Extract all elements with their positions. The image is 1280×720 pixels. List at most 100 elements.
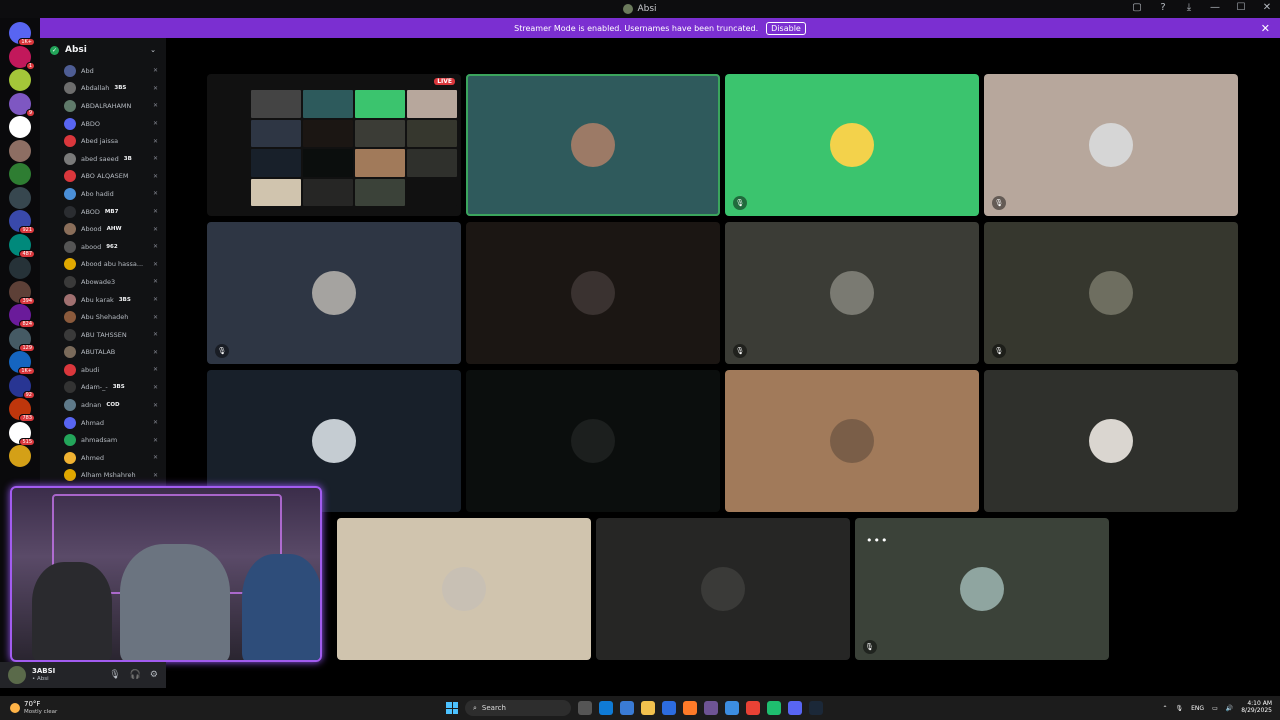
participant-tile[interactable]: 🎙: [984, 74, 1238, 216]
member-item[interactable]: abood 962 ✕: [40, 238, 166, 256]
copilot-icon[interactable]: [620, 701, 634, 715]
member-item[interactable]: Abd ✕: [40, 62, 166, 80]
member-item[interactable]: Abed jaissa ✕: [40, 132, 166, 150]
muted-mic-icon: ✕: [152, 102, 158, 110]
chevron-down-icon[interactable]: ⌄: [150, 46, 156, 54]
server-icon[interactable]: 1K+: [9, 22, 35, 46]
member-item[interactable]: Abowade3 ✕: [40, 273, 166, 291]
member-item[interactable]: ABO ALQASEM ✕: [40, 168, 166, 186]
server-icon[interactable]: [9, 163, 31, 185]
participant-tile[interactable]: [466, 370, 720, 512]
muted-mic-icon: ✕: [152, 383, 158, 391]
member-avatar: [64, 293, 76, 306]
download-icon[interactable]: ⤓: [1182, 2, 1196, 13]
server-icon[interactable]: 824: [9, 304, 35, 328]
member-item[interactable]: Abu Shehadeh ✕: [40, 308, 166, 326]
steam-icon[interactable]: [809, 701, 823, 715]
member-item[interactable]: ahmadsam ✕: [40, 431, 166, 449]
participant-tile[interactable]: 🎙: [984, 222, 1238, 364]
server-icon[interactable]: 921: [9, 210, 35, 234]
app-icon[interactable]: [683, 701, 697, 715]
participant-tile[interactable]: 🎙: [725, 222, 979, 364]
member-item[interactable]: Abood AHW ✕: [40, 220, 166, 238]
maximize-button[interactable]: ☐: [1234, 2, 1248, 13]
member-item[interactable]: Adam-_- 3BS ✕: [40, 379, 166, 397]
participant-tile[interactable]: 🎙: [854, 518, 1109, 660]
preview-tile: [407, 149, 457, 177]
server-icon[interactable]: [9, 116, 31, 138]
headset-icon[interactable]: 🎧: [130, 670, 141, 680]
taskbar-search[interactable]: ⌕ Search: [465, 700, 571, 716]
weather-temp: 70°F: [24, 700, 41, 709]
server-icon[interactable]: 92: [9, 374, 35, 399]
participant-tile[interactable]: [336, 518, 591, 660]
server-header[interactable]: ✓ Absi ⌄: [40, 38, 166, 62]
chevron-up-icon[interactable]: ⌃: [1162, 705, 1167, 712]
app-icon[interactable]: [767, 701, 781, 715]
muted-mic-icon: 🎙: [733, 344, 747, 358]
participant-tile[interactable]: [984, 370, 1238, 512]
settings-gear-icon[interactable]: ⚙: [150, 670, 158, 680]
server-icon[interactable]: [9, 139, 31, 162]
member-item[interactable]: Ahmed ✕: [40, 449, 166, 467]
member-item[interactable]: Abood abu hassa... ✕: [40, 256, 166, 274]
user-avatar[interactable]: [8, 666, 26, 684]
member-item[interactable]: abed saeed 3B ✕: [40, 150, 166, 168]
minimize-button[interactable]: —: [1208, 2, 1222, 13]
inbox-icon[interactable]: ▢: [1130, 2, 1144, 13]
participant-tile[interactable]: [466, 222, 720, 364]
member-item[interactable]: Alham Mshahreh ✕: [40, 467, 166, 485]
notes-icon[interactable]: [725, 701, 739, 715]
server-icon[interactable]: 515: [9, 421, 35, 446]
more-options-icon[interactable]: •••: [866, 534, 888, 547]
server-icon[interactable]: [9, 257, 31, 279]
server-icon[interactable]: 487: [9, 233, 35, 258]
volume-icon[interactable]: 🔊: [1226, 705, 1233, 712]
server-icon[interactable]: 1K+: [9, 351, 35, 375]
server-icon[interactable]: [9, 445, 31, 467]
discord-icon[interactable]: [788, 701, 802, 715]
server-icon[interactable]: 9: [9, 92, 35, 117]
server-icon[interactable]: 783: [9, 398, 35, 422]
member-item[interactable]: Abdallah 3BS ✕: [40, 80, 166, 98]
member-item[interactable]: ABDALRAHAMN ✕: [40, 97, 166, 115]
network-icon[interactable]: ▭: [1212, 705, 1218, 712]
clock[interactable]: 4:10 AM 8/29/2025: [1241, 701, 1272, 714]
disable-streamer-mode-button[interactable]: Disable: [766, 21, 806, 35]
server-icon[interactable]: 394: [9, 280, 35, 305]
chrome-icon[interactable]: [746, 701, 760, 715]
file-explorer-icon[interactable]: [641, 701, 655, 715]
server-icon[interactable]: [9, 186, 31, 209]
edge-icon[interactable]: [599, 701, 613, 715]
language-indicator[interactable]: ENG: [1191, 705, 1204, 712]
user-info[interactable]: 3ABSI • Absi: [32, 667, 55, 681]
server-icon[interactable]: [9, 69, 31, 91]
member-item[interactable]: ABOD MB7 ✕: [40, 203, 166, 221]
tray-mic-icon[interactable]: 🎙: [1176, 705, 1184, 712]
member-item[interactable]: ABUTALAB ✕: [40, 344, 166, 362]
participant-tile[interactable]: [595, 518, 850, 660]
member-item[interactable]: adnan COD ✕: [40, 396, 166, 414]
help-icon[interactable]: ?: [1156, 2, 1170, 13]
participant-tile[interactable]: [725, 370, 979, 512]
close-banner-icon[interactable]: ✕: [1261, 22, 1270, 35]
close-button[interactable]: ✕: [1260, 2, 1274, 13]
start-windows-icon[interactable]: [446, 702, 458, 714]
member-item[interactable]: Ahmad ✕: [40, 414, 166, 432]
participant-tile[interactable]: 🎙: [725, 74, 979, 216]
server-icon[interactable]: 129: [9, 327, 35, 352]
task-view-icon[interactable]: [578, 701, 592, 715]
weather-widget[interactable]: 70°F Mostly clear: [10, 700, 57, 715]
participant-tile[interactable]: [466, 74, 720, 216]
member-item[interactable]: abudi ✕: [40, 361, 166, 379]
app-icon[interactable]: [704, 701, 718, 715]
member-item[interactable]: ABDO ✕: [40, 115, 166, 133]
server-icon[interactable]: 1: [9, 45, 35, 70]
participant-tile[interactable]: 🎙: [207, 222, 461, 364]
microphone-icon[interactable]: 🎙: [109, 670, 120, 680]
store-icon[interactable]: [662, 701, 676, 715]
member-item[interactable]: ABU TAHSSEN ✕: [40, 326, 166, 344]
screen-share-tile[interactable]: LIVE: [207, 74, 461, 216]
member-item[interactable]: Abo hadid ✕: [40, 185, 166, 203]
member-item[interactable]: Abu karak 3BS ✕: [40, 291, 166, 309]
